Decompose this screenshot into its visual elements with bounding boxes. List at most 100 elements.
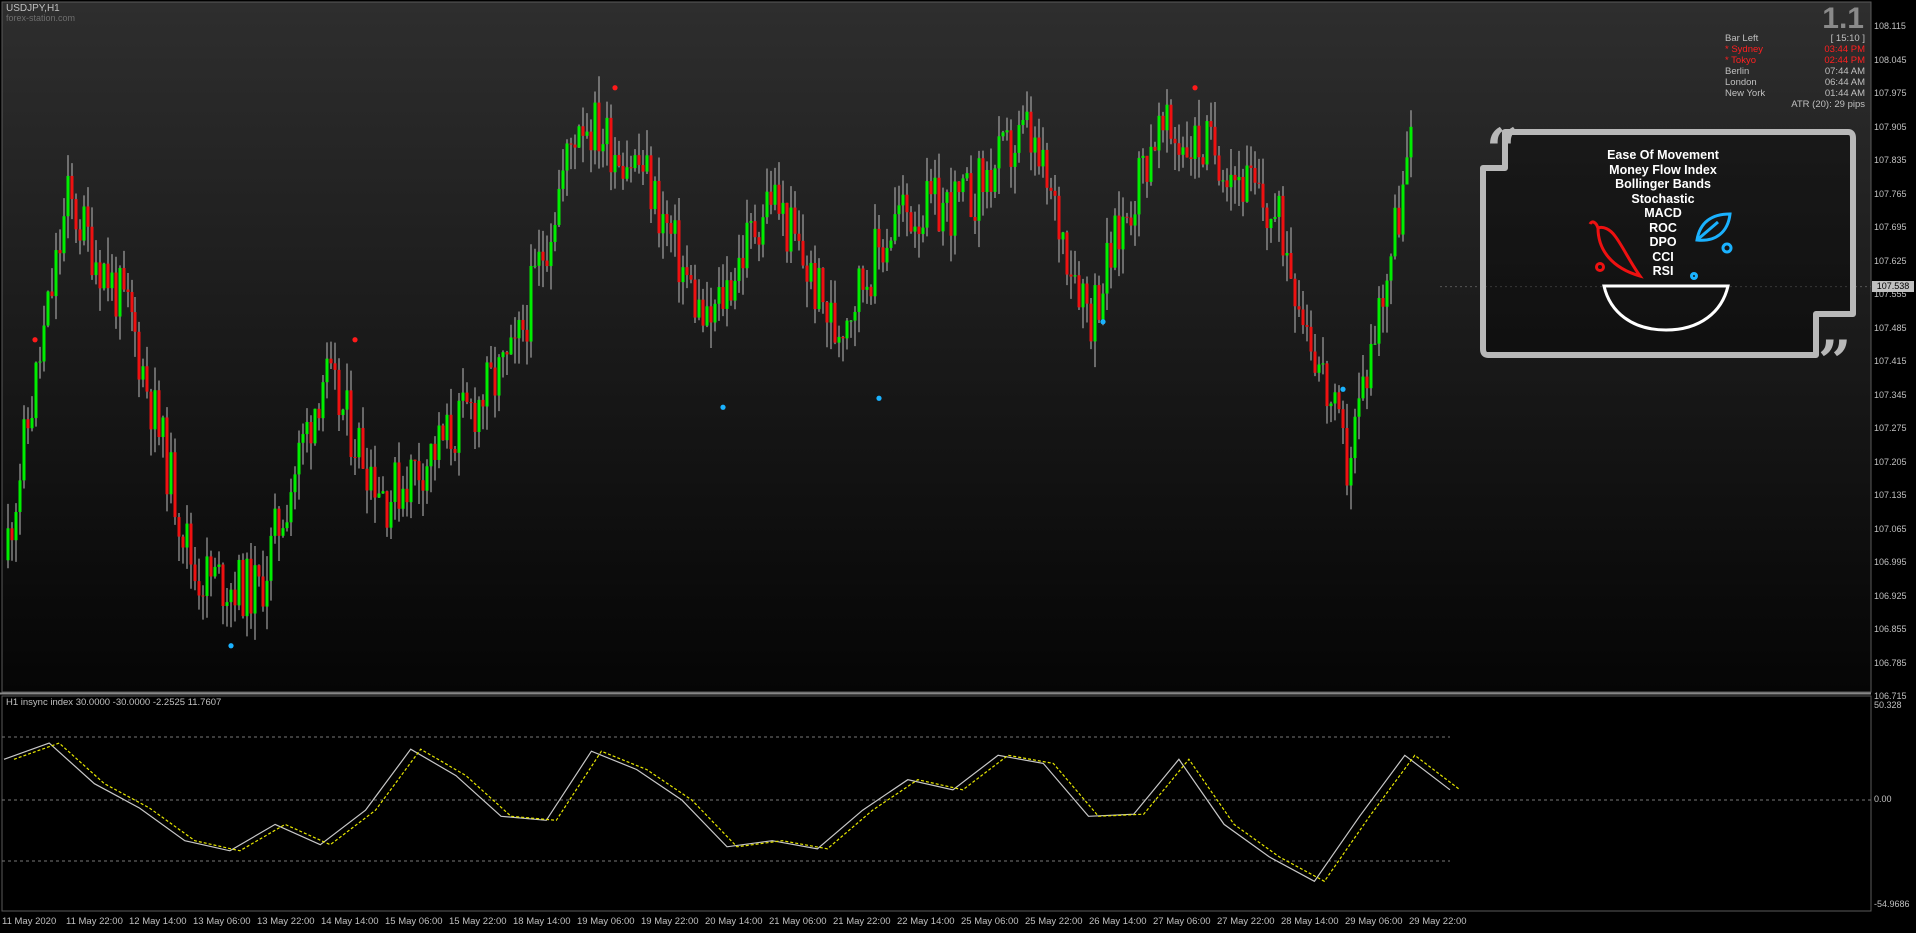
candle-body: [1313, 351, 1317, 373]
info-value: 03:44 PM: [1824, 44, 1865, 55]
candle-body: [445, 414, 449, 441]
candle-body: [1197, 125, 1201, 158]
candle-body: [993, 168, 997, 192]
quote-open-icon: “: [1486, 116, 1519, 184]
upper-signal-dot: [1192, 85, 1198, 91]
candle-body: [1329, 403, 1333, 407]
candle-body: [133, 312, 137, 332]
candle-body: [405, 488, 409, 503]
candle-body: [201, 595, 205, 597]
candle-body: [441, 425, 445, 441]
candle-body: [613, 155, 617, 173]
candle-body: [22, 419, 26, 481]
candle-body: [989, 170, 993, 192]
time-tick-label: 19 May 06:00: [577, 916, 635, 927]
candle-body: [106, 263, 110, 289]
candle-body: [425, 466, 429, 491]
candle-body: [669, 222, 673, 234]
candle-body: [849, 320, 853, 322]
candle-body: [653, 180, 657, 210]
candle-body: [717, 287, 721, 304]
candle-body: [1021, 120, 1025, 126]
candle-body: [769, 191, 773, 205]
price-tick-label: 106.785: [1874, 657, 1907, 668]
candle-body: [1397, 207, 1401, 235]
candle-body: [1325, 363, 1329, 407]
candle-body: [1277, 195, 1281, 217]
candle-body: [293, 474, 297, 493]
candle-body: [605, 117, 609, 145]
info-value: 02:44 PM: [1824, 55, 1865, 66]
time-tick-label: 21 May 06:00: [769, 916, 827, 927]
candle-body: [749, 221, 753, 223]
candle-body: [1101, 293, 1105, 320]
candle-body: [1005, 130, 1009, 133]
info-value: 07:44 AM: [1824, 66, 1865, 77]
price-chart[interactable]: “ ”: [0, 0, 1916, 933]
candle-body: [233, 589, 237, 606]
time-tick-label: 12 May 14:00: [129, 916, 187, 927]
candle-body: [533, 265, 537, 267]
candle-body: [521, 319, 525, 330]
candle-body: [745, 222, 749, 269]
indicator-name: RSI: [1652, 264, 1674, 278]
time-tick-label: 27 May 22:00: [1217, 916, 1275, 927]
time-tick-label: 13 May 22:00: [257, 916, 315, 927]
candle-body: [1353, 416, 1357, 459]
candle-body: [153, 390, 157, 430]
candle-body: [465, 392, 469, 403]
candle-body: [62, 216, 66, 254]
candle-body: [685, 267, 689, 276]
price-tick-label: 107.415: [1874, 356, 1907, 366]
candle-body: [253, 565, 257, 614]
candle-body: [841, 336, 845, 339]
candle-body: [10, 528, 14, 541]
candle-body: [1137, 157, 1141, 215]
version-badge: 1.1: [1822, 2, 1864, 35]
candle-body: [1129, 217, 1133, 226]
candle-body: [94, 262, 98, 276]
info-label: London: [1725, 77, 1757, 88]
candle-body: [601, 144, 605, 152]
candle-body: [389, 501, 393, 528]
candle-body: [241, 559, 245, 617]
candle-body: [945, 192, 949, 203]
candle-body: [1309, 326, 1313, 352]
info-label: Berlin: [1725, 66, 1750, 77]
candle-body: [1213, 126, 1217, 156]
time-tick-label: 22 May 14:00: [897, 916, 955, 927]
candle-body: [813, 262, 817, 310]
price-tick-label: 107.135: [1874, 490, 1907, 500]
candle-body: [861, 268, 865, 290]
candle-body: [1385, 280, 1389, 307]
candle-body: [118, 267, 122, 317]
candle-body: [1113, 215, 1117, 268]
candle-body: [573, 144, 577, 148]
candle-body: [793, 207, 797, 234]
time-tick-label: 20 May 14:00: [705, 916, 763, 927]
candle-body: [1253, 167, 1257, 183]
candle-body: [193, 564, 197, 582]
candle-body: [1221, 180, 1225, 182]
candle-body: [417, 461, 421, 481]
candle-body: [657, 180, 661, 234]
candle-body: [157, 390, 161, 438]
candle-body: [237, 559, 241, 606]
candle-body: [729, 280, 733, 301]
candle-body: [1121, 216, 1125, 250]
candle-body: [1393, 207, 1397, 257]
price-tick-label: 107.975: [1874, 88, 1907, 98]
candle-body: [1189, 157, 1193, 159]
candle-body: [377, 493, 381, 498]
price-tick-label: 108.045: [1874, 54, 1907, 65]
candle-body: [18, 480, 22, 512]
atr-readout: ATR (20): 29 pips: [1791, 99, 1865, 110]
candle-body: [257, 565, 261, 577]
info-value: [ 15:10 ]: [1830, 33, 1865, 44]
candle-body: [58, 250, 62, 254]
candle-body: [617, 155, 621, 166]
time-tick-label: 29 May 06:00: [1345, 916, 1403, 927]
candle-body: [469, 402, 473, 404]
candle-body: [90, 226, 94, 276]
candle-body: [385, 491, 389, 528]
